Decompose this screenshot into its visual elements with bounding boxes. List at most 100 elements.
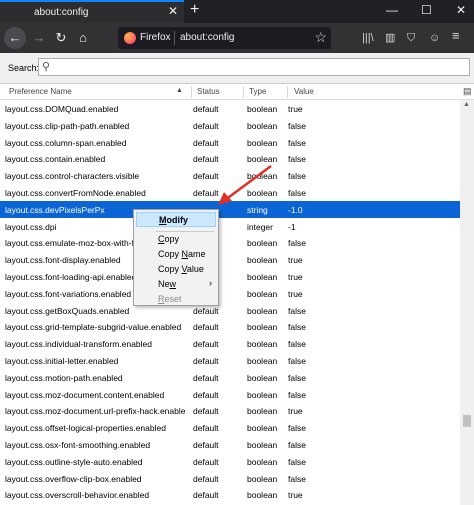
table-header: Preference Name ▲ Status Type Value ▤	[0, 84, 474, 100]
table-row[interactable]: layout.css.moz-document.content.enabled d…	[0, 386, 460, 403]
preference-value: false	[288, 154, 306, 165]
table-row[interactable]: layout.css.overscroll-behavior.enabled de…	[0, 486, 460, 503]
table-row[interactable]: layout.css.font-display.enabled boolean tr…	[0, 251, 460, 268]
column-divider[interactable]	[191, 86, 192, 98]
scrollbar-thumb[interactable]	[463, 415, 471, 427]
preference-status: default	[193, 356, 219, 366]
table-row[interactable]: layout.css.font-variations.enabled boolea…	[0, 285, 460, 302]
vertical-scrollbar[interactable]: ▲	[460, 100, 474, 505]
table-row[interactable]: layout.css.DOMQuad.enabled default boolean…	[0, 100, 460, 117]
preference-status: default	[193, 137, 219, 148]
preference-status: default	[193, 372, 219, 383]
table-row[interactable]: layout.css.column-span.enabled default boo…	[0, 134, 460, 151]
preference-status: default	[193, 120, 219, 131]
table-row[interactable]: layout.css.grid-template-subgrid-value.e…	[0, 318, 460, 335]
preference-name: layout.css.moz-document.content.enabled	[5, 389, 165, 400]
menu-item-label: New	[158, 279, 177, 289]
tab-about-config[interactable]: about:config ✕	[0, 0, 184, 23]
table-row[interactable]: layout.css.individual-transform.enabled d…	[0, 335, 460, 352]
preference-name: layout.css.control-characters.visible	[5, 171, 140, 182]
column-header-type[interactable]: Type	[249, 87, 266, 96]
table-row[interactable]: layout.css.osx-font-smoothing.enabled def…	[0, 436, 460, 453]
preference-value: true	[288, 288, 303, 299]
menu-item-label: Copy Name	[158, 249, 206, 259]
url-text[interactable]: about:config	[180, 32, 235, 43]
home-icon[interactable]: ⌂	[72, 27, 94, 49]
column-header-value[interactable]: Value	[294, 87, 314, 96]
preferences-table: Preference Name ▲ Status Type Value ▤ la…	[0, 83, 474, 505]
maximize-icon[interactable]: ☐	[421, 2, 432, 18]
navigation-toolbar: ← → ↻ ⌂ Firefox about:config ☆ |||\ ▥ ⛉ …	[0, 23, 474, 53]
url-bar[interactable]: Firefox about:config ☆	[118, 27, 331, 49]
table-row[interactable]: layout.css.overflow-clip-box.enabled defa…	[0, 470, 460, 487]
menu-item-copy[interactable]: Copy	[136, 232, 216, 247]
preference-type: boolean	[247, 372, 278, 383]
bookmark-star-icon[interactable]: ☆	[314, 29, 327, 45]
table-row[interactable]: layout.css.outline-style-auto.enabled def…	[0, 453, 460, 470]
preference-status: default	[193, 473, 219, 484]
column-header-name[interactable]: Preference Name	[9, 87, 72, 96]
preference-value: -1	[288, 221, 296, 232]
extension-icon[interactable]: ☺	[429, 31, 440, 45]
menu-item-modify[interactable]: Modify	[136, 212, 216, 227]
preference-type: boolean	[247, 120, 278, 131]
menu-item-copy-name[interactable]: Copy Name	[136, 247, 216, 262]
preference-type: boolean	[247, 473, 278, 484]
table-row[interactable]: layout.css.offset-logical-properties.ena…	[0, 419, 460, 436]
column-divider[interactable]	[243, 86, 244, 98]
table-row[interactable]: layout.css.initial-letter.enabled default…	[0, 352, 460, 369]
back-icon[interactable]: ←	[4, 27, 26, 49]
search-icon: ⚲	[42, 61, 51, 73]
column-divider[interactable]	[287, 86, 288, 98]
menu-item-new[interactable]: New ›	[136, 277, 216, 292]
preference-value: false	[288, 188, 306, 198]
table-row[interactable]: layout.css.emulate-moz-box-with-f boolean…	[0, 234, 460, 251]
preference-value: true	[288, 406, 303, 417]
preference-value: false	[288, 238, 306, 249]
table-row[interactable]: layout.css.font-loading-api.enabled boole…	[0, 268, 460, 285]
url-separator	[174, 31, 175, 45]
table-row[interactable]: layout.css.dpi integer -1	[0, 218, 460, 235]
preference-value: false	[288, 356, 306, 366]
preference-type: integer	[247, 221, 273, 232]
preference-type: boolean	[247, 456, 278, 467]
window-close-icon[interactable]: ✕	[456, 2, 466, 18]
minimize-icon[interactable]: —	[386, 2, 398, 18]
menu-icon[interactable]: ≡	[452, 29, 460, 43]
preference-name: layout.css.overflow-clip-box.enabled	[5, 473, 142, 484]
scroll-up-icon[interactable]: ▲	[463, 101, 470, 108]
table-row[interactable]: layout.css.motion-path.enabled default boo…	[0, 369, 460, 386]
menu-item-label: Modify	[159, 215, 188, 225]
menu-item-copy-value[interactable]: Copy Value	[136, 262, 216, 277]
preference-status: default	[193, 423, 219, 434]
preference-value: -1.0	[288, 204, 303, 215]
column-header-status[interactable]: Status	[197, 87, 220, 96]
shield-icon[interactable]: ⛉	[407, 31, 415, 45]
preference-value: false	[288, 120, 306, 131]
preference-name: layout.css.clip-path-path.enabled	[5, 120, 130, 131]
table-row[interactable]: layout.css.getBoxQuads.enabled default boo…	[0, 302, 460, 319]
sidebar-icon[interactable]: ▥	[385, 31, 395, 45]
preference-name: layout.css.moz-document.url-prefix-hack.…	[5, 406, 185, 417]
forward-icon[interactable]: →	[28, 27, 50, 49]
tab-close-icon[interactable]: ✕	[168, 5, 178, 17]
menu-item-label: Copy Value	[158, 264, 204, 274]
reload-icon[interactable]: ↻	[50, 27, 72, 49]
table-row[interactable]: layout.css.clip-path-path.enabled default…	[0, 117, 460, 134]
preference-status: default	[193, 305, 219, 316]
search-input[interactable]: ⚲	[38, 58, 470, 76]
preference-type: boolean	[247, 356, 278, 366]
table-row[interactable]: layout.css.moz-document.url-prefix-hack.…	[0, 402, 460, 419]
preference-value: false	[288, 389, 306, 400]
preference-type: boolean	[247, 490, 278, 501]
preference-type: boolean	[247, 322, 278, 333]
column-picker-icon[interactable]: ▤	[463, 86, 472, 97]
preference-name: layout.css.convertFromNode.enabled	[5, 188, 146, 198]
preference-type: boolean	[247, 406, 278, 417]
preference-status: default	[193, 389, 219, 400]
new-tab-icon[interactable]: +	[190, 1, 199, 19]
preference-type: boolean	[247, 272, 278, 282]
preference-value: false	[288, 456, 306, 467]
preference-name: layout.css.osx-font-smoothing.enabled	[5, 440, 151, 450]
library-icon[interactable]: |||\	[362, 31, 374, 45]
